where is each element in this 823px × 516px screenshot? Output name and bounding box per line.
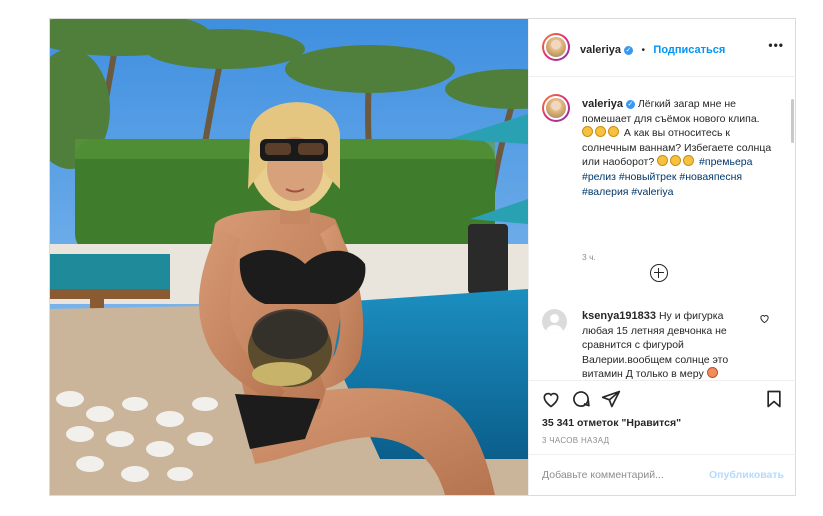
verified-badge-icon: ✓ [623,46,633,55]
header-dot-separator: • [641,45,645,56]
caption-username[interactable]: valeriya [582,98,623,110]
heart-icon[interactable] [541,389,561,414]
follow-button[interactable]: Подписаться [653,44,725,56]
photo-illustration [50,19,528,495]
post-photo[interactable] [50,19,528,495]
sun-emoji-icon [670,155,682,167]
sun-emojis [582,126,621,139]
caption-timestamp[interactable]: 3 ч. [582,252,596,262]
sun-emoji-icon [608,126,619,138]
share-icon[interactable] [601,389,621,414]
post-timestamp[interactable]: 3 ЧАСОВ НАЗАД [542,436,609,445]
post-actions: 35 341 отметок "Нравится" 3 ЧАСОВ НАЗАД … [529,380,796,496]
bookmark-icon[interactable] [764,389,784,414]
post-header: valeriya ✓ • Подписаться ••• [529,19,796,77]
add-comment-bar: Добавьте комментарий... Опубликовать [529,454,796,497]
more-options-icon[interactable]: ••• [768,38,784,52]
author-avatar[interactable] [542,33,570,61]
likes-count[interactable]: 35 341 отметок "Нравится" [542,417,681,429]
emoji-icon [706,367,718,379]
load-more-icon[interactable] [650,264,668,282]
commenter-avatar[interactable] [542,309,567,334]
header-author-line: valeriya ✓ • Подписаться [580,40,725,58]
comment-icon[interactable] [571,389,591,414]
add-comment-input[interactable]: Добавьте комментарий... [542,469,664,481]
post-caption: valeriya ✓ Лёгкий загар мне не помешает д… [582,97,772,199]
hashtag-link[interactable]: #валерия [582,186,629,198]
instagram-post-modal: valeriya ✓ • Подписаться ••• valeriya ✓ Лё… [49,18,796,496]
sun-emojis [657,155,696,168]
caption-avatar[interactable] [542,94,570,122]
hashtag-link[interactable]: #valeriya [631,186,673,198]
hashtag-link[interactable]: #премьера [699,156,752,168]
sun-emoji-icon [595,126,606,138]
comments-scrollbar[interactable] [791,99,794,143]
comment-item: ksenya191833 Ну и фигурка любая 15 летня… [582,309,757,382]
like-comment-icon[interactable] [759,313,770,327]
sun-emoji-icon [683,155,695,167]
commenter-username[interactable]: ksenya191833 [582,310,656,322]
publish-button[interactable]: Опубликовать [709,469,784,481]
post-side-panel: valeriya ✓ • Подписаться ••• valeriya ✓ Лё… [528,19,796,495]
author-username[interactable]: valeriya [580,44,621,56]
hashtag-link[interactable]: #новыйтрек [619,171,677,183]
sun-emoji-icon [657,155,669,167]
sun-emoji-icon [582,126,593,138]
hashtag-link[interactable]: #новаяпесня [679,171,742,183]
verified-badge-icon: ✓ [625,100,635,109]
hashtag-link[interactable]: #релиз [582,171,616,183]
